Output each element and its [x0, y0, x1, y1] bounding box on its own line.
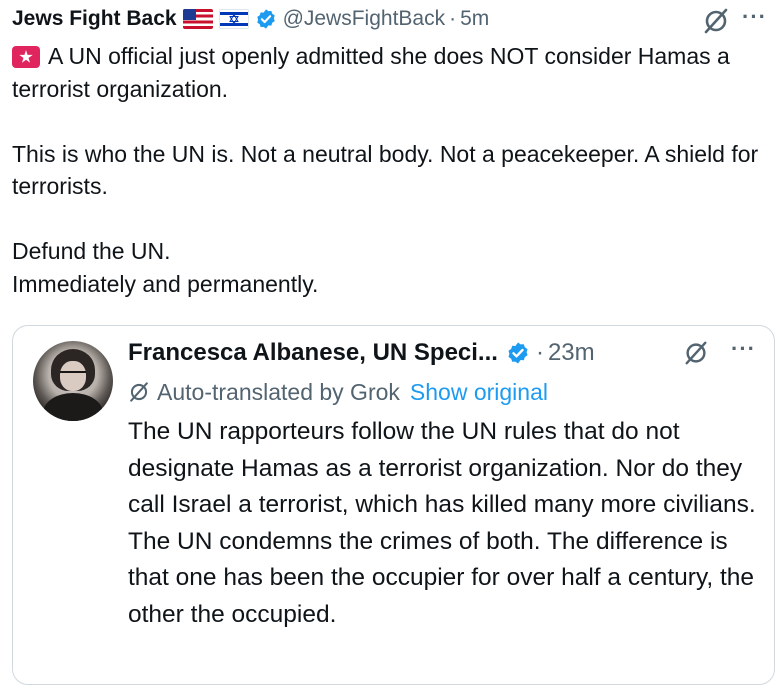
verified-badge-icon[interactable] [255, 8, 277, 30]
tweet-body: A UN official just openly admitted she d… [12, 40, 772, 300]
quoted-text-line: The UN condemns the crimes of both. The … [128, 527, 755, 628]
police-car-light-icon [12, 46, 40, 68]
grok-icon[interactable] [702, 7, 730, 35]
avatar[interactable] [33, 341, 113, 421]
show-original-link[interactable]: Show original [410, 379, 548, 406]
us-flag-icon [182, 9, 213, 29]
tweet-header: Jews Fight Back @JewsFightBack · 5m [12, 4, 489, 34]
israel-flag-icon [218, 9, 249, 29]
separator-dot: · [535, 339, 544, 366]
translation-notice: Auto-translated by Grok Show original [128, 376, 548, 408]
tweet-text-line: Immediately and permanently. [12, 270, 319, 297]
auto-translated-label: Auto-translated by Grok [157, 378, 400, 405]
tweet-timestamp[interactable]: 5m [460, 7, 489, 31]
tweet-text-line: Defund the UN. [12, 238, 171, 264]
tweet-text-line: A UN official just openly admitted she d… [12, 43, 730, 102]
grok-icon [130, 382, 148, 402]
tweet-text-line: This is who the UN is. Not a neutral bod… [12, 140, 759, 200]
quoted-text-line: The UN rapporteurs follow the UN rules t… [128, 418, 756, 518]
quoted-tweet[interactable]: Francesca Albanese, UN Speci... · 23m ··… [12, 325, 775, 685]
separator-dot: · [449, 7, 457, 30]
quoted-tweet-body: The UN rapporteurs follow the UN rules t… [128, 414, 768, 633]
quoted-tweet-header: Francesca Albanese, UN Speci... · 23m [128, 338, 595, 368]
grok-icon[interactable] [683, 340, 709, 366]
tweet[interactable]: Jews Fight Back @JewsFightBack · 5m ··· … [0, 0, 783, 685]
more-icon[interactable]: ··· [742, 4, 767, 30]
quoted-tweet-timestamp[interactable]: 23m [548, 339, 595, 367]
verified-badge-icon[interactable] [506, 341, 530, 365]
author-display-name[interactable]: Jews Fight Back [12, 7, 177, 31]
more-icon[interactable]: ··· [731, 336, 756, 362]
author-handle[interactable]: @JewsFightBack [283, 7, 446, 31]
quoted-author-display-name[interactable]: Francesca Albanese, UN Speci... [128, 339, 498, 367]
